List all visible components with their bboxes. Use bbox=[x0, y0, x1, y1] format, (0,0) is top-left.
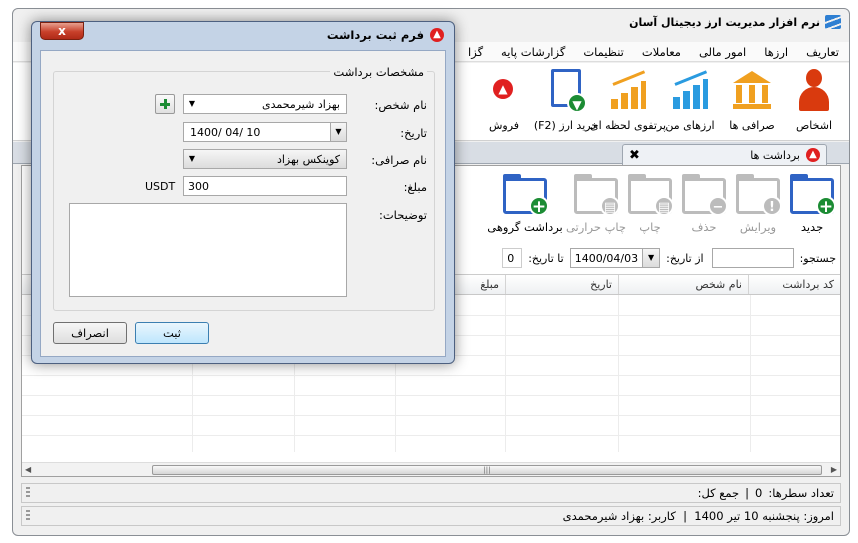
app-logo-icon bbox=[825, 15, 841, 29]
from-date-label: از تاریخ: bbox=[666, 251, 704, 265]
date-label: تاریخ: bbox=[400, 126, 427, 140]
edit-folder-icon: ! bbox=[736, 174, 782, 216]
menu-definitions[interactable]: تعاریف bbox=[806, 45, 839, 59]
toolbar-buy-button[interactable]: ▼ خرید ارز (F2) bbox=[534, 63, 598, 141]
col-code[interactable]: کد برداشت bbox=[748, 275, 840, 294]
close-icon[interactable]: x bbox=[40, 22, 84, 40]
group-caption: مشخصات برداشت bbox=[330, 65, 427, 79]
row-count: 0 bbox=[755, 486, 763, 500]
menu-basic-reports[interactable]: گزارشات پایه bbox=[501, 45, 565, 59]
person-select[interactable]: بهزاد شیرمحمدی ▼ bbox=[183, 94, 347, 114]
status-bar: امروز: پنجشنبه 10 تیر 1400 | کاربر: بهزا… bbox=[21, 506, 841, 526]
new-button[interactable]: + جدید bbox=[786, 166, 838, 244]
person-icon bbox=[799, 69, 829, 111]
exchange-label: نام صرافی: bbox=[371, 153, 427, 167]
exchange-select[interactable]: کوینکس بهزاد ▼ bbox=[183, 149, 347, 169]
growth-chart-icon bbox=[609, 70, 647, 109]
withdrawal-icon: ▲ bbox=[430, 28, 444, 42]
search-label: جستجو: bbox=[799, 251, 836, 265]
toolbar-my-currencies-button[interactable]: ارزهای من bbox=[661, 63, 719, 141]
notes-textarea[interactable] bbox=[69, 203, 347, 297]
scroll-left-icon[interactable]: ◀ bbox=[25, 463, 31, 477]
edit-button[interactable]: ! ویرایش bbox=[732, 166, 784, 244]
status-text: امروز: پنجشنبه 10 تیر 1400 | کاربر: بهزا… bbox=[562, 509, 834, 523]
to-date-picker[interactable]: 0 bbox=[502, 248, 523, 268]
toolbar-exchanges-button[interactable]: صرافی ها bbox=[723, 63, 781, 141]
chevron-down-icon[interactable]: ▼ bbox=[330, 123, 346, 141]
grip-icon bbox=[26, 487, 30, 499]
grip-icon bbox=[26, 510, 30, 522]
chevron-down-icon[interactable]: ▼ bbox=[184, 150, 200, 168]
dialog-title: ▲ فرم ثبت برداشت bbox=[327, 28, 444, 42]
col-date[interactable]: تاریخ bbox=[505, 275, 618, 294]
add-person-button[interactable] bbox=[155, 94, 175, 114]
date-picker[interactable]: 1400/ 04/ 10 ▼ bbox=[183, 122, 347, 142]
cancel-button[interactable]: انصراف bbox=[53, 322, 127, 344]
chevron-down-icon[interactable]: ▼ bbox=[184, 95, 200, 113]
dialog-body: مشخصات برداشت نام شخص: بهزاد شیرمحمدی ▼ … bbox=[40, 50, 446, 357]
notes-label: توضیحات: bbox=[378, 208, 427, 222]
menu-currencies[interactable]: ارزها bbox=[764, 45, 788, 59]
tab-close-icon[interactable]: ✖ bbox=[629, 148, 640, 163]
col-person[interactable]: نام شخص bbox=[618, 275, 748, 294]
print-folder-icon: ▤ bbox=[628, 174, 674, 216]
from-date-picker[interactable]: 1400/04/03 ▼ bbox=[569, 248, 661, 268]
sell-icon: ▲ bbox=[493, 79, 513, 99]
new-folder-icon: + bbox=[790, 174, 836, 217]
submit-button[interactable]: ثبت bbox=[135, 322, 209, 344]
menu-finance[interactable]: امور مالی bbox=[699, 45, 746, 59]
toolbar-sell-button[interactable]: ▲ فروش bbox=[475, 63, 533, 141]
menu-settings[interactable]: تنظیمات bbox=[583, 45, 624, 59]
withdrawal-dialog: ▲ فرم ثبت برداشت x مشخصات برداشت نام شخص… bbox=[31, 21, 455, 364]
toolbar-portfolio-button[interactable]: پرتفوی لحظه ای bbox=[590, 63, 666, 141]
window-title: نرم افزار مدیریت ارز دیجیتال آسان bbox=[629, 15, 841, 29]
to-date-label: تا تاریخ: bbox=[528, 251, 564, 265]
amount-input[interactable] bbox=[183, 176, 347, 196]
delete-folder-icon: − bbox=[682, 174, 728, 216]
chevron-down-icon[interactable]: ▼ bbox=[642, 249, 660, 267]
search-input[interactable] bbox=[711, 248, 794, 268]
group-folder-icon: + bbox=[503, 174, 549, 217]
menu-trades[interactable]: معاملات bbox=[642, 45, 681, 59]
person-label: نام شخص: bbox=[374, 98, 427, 112]
menu-reports[interactable]: گزا bbox=[468, 45, 483, 59]
thermal-print-folder-icon: ▤ bbox=[574, 174, 620, 216]
bank-icon bbox=[733, 71, 771, 109]
toolbar-people-button[interactable]: اشخاص bbox=[785, 63, 843, 141]
scroll-thumb[interactable]: ||| bbox=[152, 465, 822, 475]
withdrawal-icon: ▲ bbox=[806, 148, 820, 162]
bar-chart-icon bbox=[671, 70, 709, 109]
scroll-right-icon[interactable]: ▶ bbox=[831, 463, 837, 477]
currency-label: USDT bbox=[145, 180, 176, 193]
delete-button[interactable]: − حذف bbox=[678, 166, 730, 244]
amount-label: مبلغ: bbox=[403, 180, 427, 194]
group-withdrawal-button[interactable]: + برداشت گروهی bbox=[482, 166, 568, 244]
download-arrow-icon: ▼ bbox=[567, 93, 587, 113]
summary-bar: تعداد سطرها: 0 | جمع کل: bbox=[21, 483, 841, 503]
tab-withdrawals[interactable]: ▲ برداشت ها ✖ bbox=[622, 144, 827, 165]
horizontal-scrollbar[interactable]: ◀ ||| ▶ bbox=[22, 462, 840, 476]
print-button[interactable]: ▤ چاپ bbox=[624, 166, 676, 244]
thermal-print-button[interactable]: ▤ چاپ حرارتی bbox=[566, 166, 626, 244]
